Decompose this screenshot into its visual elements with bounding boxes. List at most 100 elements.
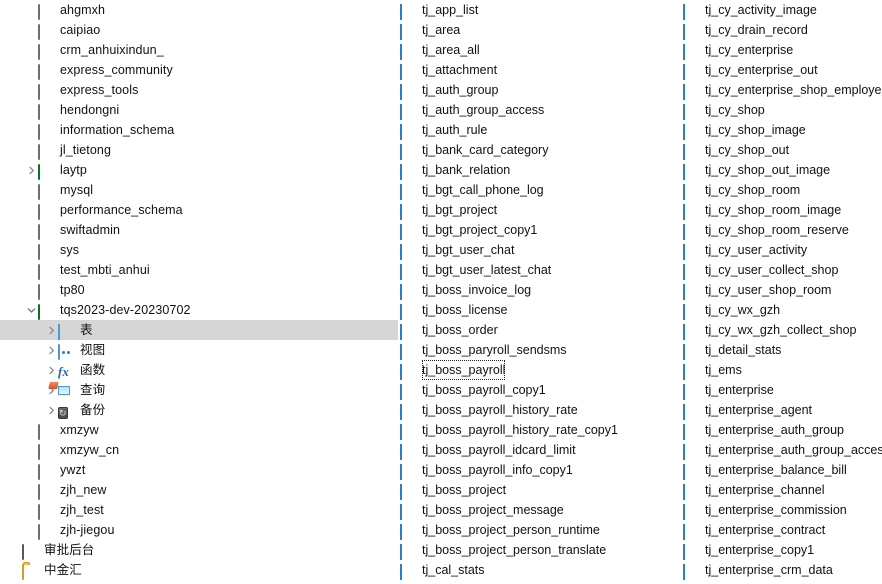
table-list-item[interactable]: tj_bgt_user_latest_chat <box>400 260 680 280</box>
table-list-item[interactable]: tj_cy_user_activity <box>683 240 882 260</box>
chevron-right-icon[interactable] <box>44 360 58 380</box>
table-list-column-right[interactable]: tj_cy_activity_image tj_cy_drain_record tj… <box>683 0 882 584</box>
tree-item-express_tools[interactable]: express_tools <box>0 80 398 100</box>
table-list-item[interactable]: tj_boss_paryroll_sendsms <box>400 340 680 360</box>
table-list-item[interactable]: tj_boss_license <box>400 300 680 320</box>
table-list-item[interactable]: tj_bgt_call_phone_log <box>400 180 680 200</box>
table-list-item[interactable]: tj_boss_project <box>400 480 680 500</box>
table-list-item[interactable]: tj_enterprise_crm_data <box>683 560 882 580</box>
table-list-item[interactable]: tj_enterprise_copy1 <box>683 540 882 560</box>
tree-item-swiftadmin[interactable]: swiftadmin <box>0 220 398 240</box>
tree-item-node-17[interactable]: 视图 <box>0 340 398 360</box>
table-list-item[interactable]: tj_boss_payroll_info_copy1 <box>400 460 680 480</box>
tree-item-tp80[interactable]: tp80 <box>0 280 398 300</box>
table-list-item[interactable]: tj_bgt_project_copy1 <box>400 220 680 240</box>
tree-item-express_community[interactable]: express_community <box>0 60 398 80</box>
table-list-item[interactable]: tj_cy_enterprise <box>683 40 882 60</box>
table-list-item[interactable]: tj_cy_user_shop_room <box>683 280 882 300</box>
table-icon <box>400 142 416 160</box>
tree-item-information_schema[interactable]: information_schema <box>0 120 398 140</box>
tree-item-laytp[interactable]: laytp <box>0 160 398 180</box>
table-list-item[interactable]: tj_bgt_project <box>400 200 680 220</box>
table-list-item[interactable]: tj_enterprise_auth_group_access <box>683 440 882 460</box>
table-list-item[interactable]: tj_callback_error <box>400 580 680 584</box>
table-list-item[interactable]: tj_boss_payroll_idcard_limit <box>400 440 680 460</box>
table-list-item[interactable]: tj_boss_project_person_translate <box>400 540 680 560</box>
table-list-item[interactable]: tj_cy_shop_out <box>683 140 882 160</box>
table-list-item[interactable]: tj_enterprise_commission <box>683 500 882 520</box>
table-name: tj_enterprise_commission <box>705 503 847 517</box>
table-list-item[interactable]: tj_boss_payroll_history_rate_copy1 <box>400 420 680 440</box>
table-list-item[interactable]: tj_boss_invoice_log <box>400 280 680 300</box>
tree-item-node-19[interactable]: 查询 <box>0 380 398 400</box>
table-list-item[interactable]: tj_bgt_user_chat <box>400 240 680 260</box>
chevron-down-icon[interactable] <box>24 300 38 320</box>
tree-item-node-20[interactable]: ↻ 备份 <box>0 400 398 420</box>
tree-item-mysql[interactable]: mysql <box>0 180 398 200</box>
table-list-item[interactable]: tj_enterprise_auth_group <box>683 420 882 440</box>
table-list-item[interactable]: tj_cy_wx_gzh_collect_shop <box>683 320 882 340</box>
table-list-item[interactable]: tj_detail_stats <box>683 340 882 360</box>
table-list-item[interactable]: tj_cy_user_collect_shop <box>683 260 882 280</box>
table-list-item[interactable]: tj_cy_shop <box>683 100 882 120</box>
tree-item-sys[interactable]: sys <box>0 240 398 260</box>
tree-item-ywzt[interactable]: ywzt <box>0 460 398 480</box>
table-list-item[interactable]: tj_attachment <box>400 60 680 80</box>
table-list-item[interactable]: tj_boss_payroll <box>400 360 680 380</box>
table-list-item[interactable]: tj_enterprise_money_limit <box>683 580 882 584</box>
table-list-item[interactable]: tj_auth_rule <box>400 120 680 140</box>
table-list-item[interactable]: tj_area <box>400 20 680 40</box>
table-list-item[interactable]: tj_cy_shop_room_reserve <box>683 220 882 240</box>
table-list-item[interactable]: tj_boss_payroll_history_rate <box>400 400 680 420</box>
tree-item-jl_tietong[interactable]: jl_tietong <box>0 140 398 160</box>
tree-item-zjh_test[interactable]: zjh_test <box>0 500 398 520</box>
table-list-item[interactable]: tj_auth_group <box>400 80 680 100</box>
tree-item-node-18[interactable]: fx 函数 <box>0 360 398 380</box>
chevron-right-icon[interactable] <box>44 340 58 360</box>
table-list-item[interactable]: tj_boss_project_person_runtime <box>400 520 680 540</box>
tree-item-tqs2023-dev-20230702[interactable]: tqs2023-dev-20230702 <box>0 300 398 320</box>
table-list-item[interactable]: tj_enterprise_agent <box>683 400 882 420</box>
tree-item-test_mbti_anhui[interactable]: test_mbti_anhui <box>0 260 398 280</box>
table-list-item[interactable]: tj_cy_shop_room_image <box>683 200 882 220</box>
table-list-item[interactable]: tj_enterprise_channel <box>683 480 882 500</box>
table-list-item[interactable]: tj_enterprise_balance_bill <box>683 460 882 480</box>
table-list-item[interactable]: tj_cal_stats <box>400 560 680 580</box>
tree-item-xmzyw_cn[interactable]: xmzyw_cn <box>0 440 398 460</box>
table-list-item[interactable]: tj_cy_drain_record <box>683 20 882 40</box>
table-list-item[interactable]: tj_cy_enterprise_out <box>683 60 882 80</box>
tree-item-performance_schema[interactable]: performance_schema <box>0 200 398 220</box>
tree-item-xmzyw[interactable]: xmzyw <box>0 420 398 440</box>
chevron-right-icon[interactable] <box>44 320 58 340</box>
tree-item-node-16[interactable]: 表 <box>0 320 398 340</box>
tree-item-caipiao[interactable]: caipiao <box>0 20 398 40</box>
tree-item-ahgmxh[interactable]: ahgmxh <box>0 0 398 20</box>
tree-item-crm_anhuixindun_[interactable]: crm_anhuixindun_ <box>0 40 398 60</box>
tree-item-zjh-jiegou[interactable]: zjh-jiegou <box>0 520 398 540</box>
connection-tree-sidebar[interactable]: ahgmxh caipiao crm_anhuixindun_ express_com… <box>0 0 398 580</box>
tree-item-zjh_new[interactable]: zjh_new <box>0 480 398 500</box>
tree-item-node-27[interactable]: 审批后台 <box>0 540 398 560</box>
chevron-right-icon[interactable] <box>44 400 58 420</box>
table-list-item[interactable]: tj_enterprise <box>683 380 882 400</box>
table-list-column-middle[interactable]: tj_app_list tj_area tj_area_all tj_attachme… <box>400 0 680 584</box>
tree-item-hendongni[interactable]: hendongni <box>0 100 398 120</box>
table-list-item[interactable]: tj_app_list <box>400 0 680 20</box>
table-list-item[interactable]: tj_cy_shop_image <box>683 120 882 140</box>
table-list-item[interactable]: tj_cy_wx_gzh <box>683 300 882 320</box>
table-list-item[interactable]: tj_boss_payroll_copy1 <box>400 380 680 400</box>
table-list-item[interactable]: tj_ems <box>683 360 882 380</box>
table-list-item[interactable]: tj_bank_relation <box>400 160 680 180</box>
table-list-item[interactable]: tj_enterprise_contract <box>683 520 882 540</box>
tree-item-node-28[interactable]: 中金汇 <box>0 560 398 580</box>
table-list-item[interactable]: tj_auth_group_access <box>400 100 680 120</box>
table-list-item[interactable]: tj_area_all <box>400 40 680 60</box>
table-list-item[interactable]: tj_boss_project_message <box>400 500 680 520</box>
table-list-item[interactable]: tj_cy_shop_room <box>683 180 882 200</box>
table-list-item[interactable]: tj_cy_enterprise_shop_employee <box>683 80 882 100</box>
table-list-item[interactable]: tj_boss_order <box>400 320 680 340</box>
table-list-item[interactable]: tj_cy_activity_image <box>683 0 882 20</box>
chevron-right-icon[interactable] <box>24 160 38 180</box>
table-list-item[interactable]: tj_bank_card_category <box>400 140 680 160</box>
table-list-item[interactable]: tj_cy_shop_out_image <box>683 160 882 180</box>
